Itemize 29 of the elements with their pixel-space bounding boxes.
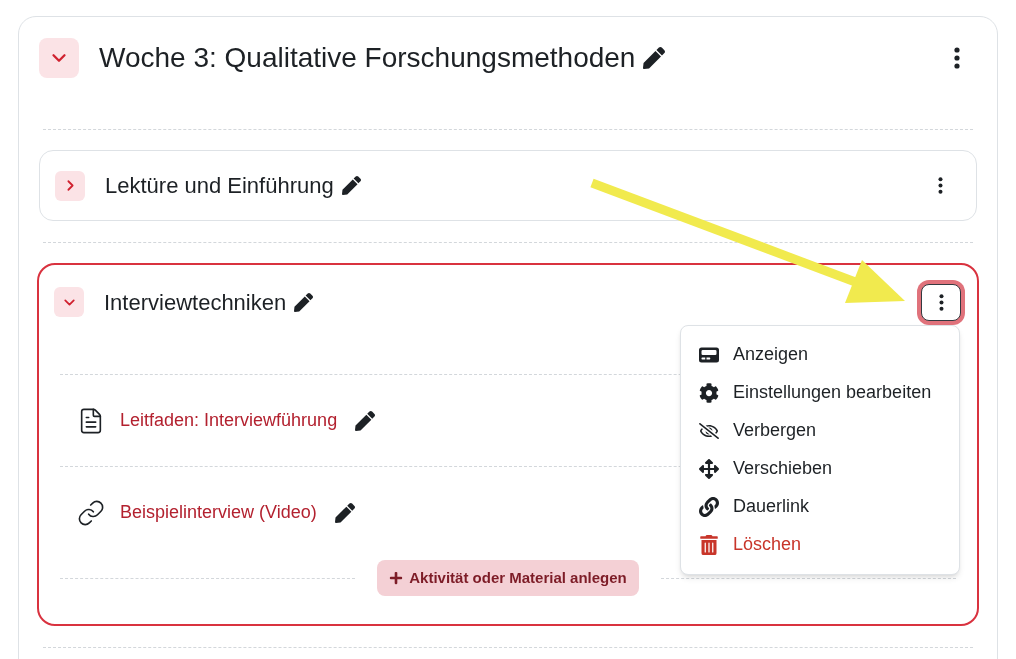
activity-link[interactable]: Beispielinterview (Video) [120, 499, 317, 526]
move-icon [699, 458, 719, 479]
eye-slash-icon [699, 420, 719, 441]
subsection-title: Interviewtechniken [104, 288, 287, 317]
link-icon [699, 496, 719, 517]
menu-item[interactable]: Anzeigen [681, 335, 959, 374]
menu-item[interactable]: Verbergen [681, 411, 959, 450]
collapse-button[interactable] [39, 38, 79, 78]
activity-link[interactable]: Leitfaden: Interviewführung [120, 407, 338, 434]
collapse-button[interactable] [55, 170, 85, 201]
add-activity-button[interactable]: Aktivität oder Material anlegen [377, 560, 639, 596]
collapse-button[interactable] [54, 287, 84, 317]
menu-item[interactable]: Dauerlink [681, 487, 959, 526]
kebab-menu-icon [954, 47, 960, 69]
menu-item[interactable]: Einstellungen bearbeiten [681, 373, 959, 412]
plus-icon [389, 571, 404, 585]
section-title: Woche 3: Qualitative Forschungsmethoden [99, 41, 636, 75]
kebab-menu-icon [937, 177, 943, 194]
kebab-menu-icon [938, 293, 944, 311]
pencil-icon[interactable] [334, 502, 355, 523]
gear-icon [699, 382, 719, 403]
menu-item[interactable]: Verschieben [681, 449, 959, 488]
pencil-icon[interactable] [643, 47, 666, 69]
pencil-icon[interactable] [355, 410, 376, 431]
pencil-icon[interactable] [341, 176, 361, 195]
pencil-icon[interactable] [294, 292, 314, 312]
menu-item[interactable]: Löschen [681, 525, 959, 564]
subsection-title: Lektüre und Einführung [105, 172, 334, 200]
trash-icon [699, 534, 719, 555]
